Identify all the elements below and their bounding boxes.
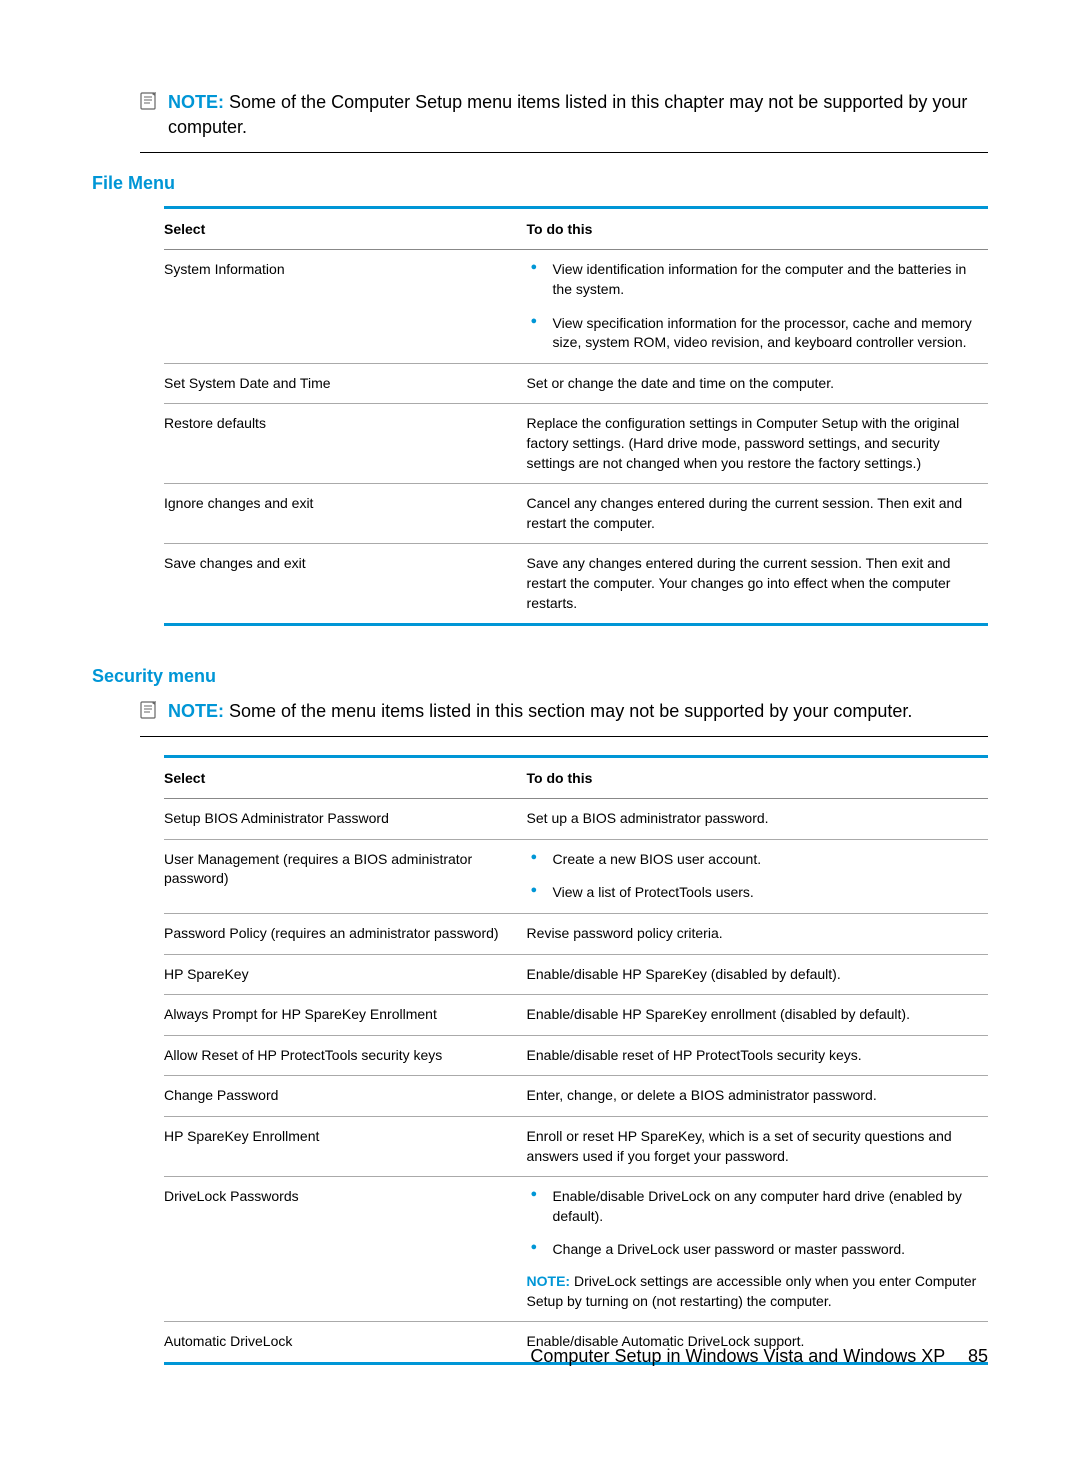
table-row: HP SpareKey Enable/disable HP SpareKey (… <box>164 954 988 995</box>
bullet-item: View specification information for the p… <box>527 314 984 353</box>
table-row: HP SpareKey Enrollment Enroll or reset H… <box>164 1117 988 1177</box>
security-note: NOTE: Some of the menu items listed in t… <box>140 699 988 737</box>
todo-cell: Replace the configuration settings in Co… <box>527 404 988 484</box>
bullet-item: Enable/disable DriveLock on any computer… <box>527 1187 984 1226</box>
bullet-item: View a list of ProtectTools users. <box>527 883 984 903</box>
file-menu-table: Select To do this System Information Vie… <box>164 209 988 623</box>
todo-cell: Set up a BIOS administrator password. <box>527 799 988 840</box>
file-menu-heading: File Menu <box>92 173 988 194</box>
note-label: NOTE: <box>168 701 224 721</box>
bullet-item: View identification information for the … <box>527 260 984 299</box>
table-row: DriveLock Passwords Enable/disable Drive… <box>164 1177 988 1322</box>
select-cell: Setup BIOS Administrator Password <box>164 799 527 840</box>
select-cell: Password Policy (requires an administrat… <box>164 914 527 955</box>
select-cell: Automatic DriveLock <box>164 1322 527 1362</box>
todo-cell: Enable/disable HP SpareKey (disabled by … <box>527 954 988 995</box>
todo-cell: Enable/disable DriveLock on any computer… <box>527 1177 988 1322</box>
select-cell: Always Prompt for HP SpareKey Enrollment <box>164 995 527 1036</box>
select-cell: Allow Reset of HP ProtectTools security … <box>164 1035 527 1076</box>
inline-note: NOTE: DriveLock settings are accessible … <box>527 1272 984 1311</box>
table-row: Ignore changes and exit Cancel any chang… <box>164 484 988 544</box>
table-row: Change Password Enter, change, or delete… <box>164 1076 988 1117</box>
todo-cell: Set or change the date and time on the c… <box>527 363 988 404</box>
table-row: Restore defaults Replace the configurati… <box>164 404 988 484</box>
note-icon <box>140 92 158 115</box>
note-body: Some of the menu items listed in this se… <box>229 701 912 721</box>
note-text: NOTE: Some of the menu items listed in t… <box>168 699 912 724</box>
bullet-item: Change a DriveLock user password or mast… <box>527 1240 984 1260</box>
note-label: NOTE: <box>168 92 224 112</box>
col-header-select: Select <box>164 758 527 799</box>
security-menu-table: Select To do this Setup BIOS Administrat… <box>164 758 988 1362</box>
file-menu-table-wrap: Select To do this System Information Vie… <box>164 206 988 626</box>
todo-cell: View identification information for the … <box>527 250 988 363</box>
table-row: Setup BIOS Administrator Password Set up… <box>164 799 988 840</box>
todo-cell: Enroll or reset HP SpareKey, which is a … <box>527 1117 988 1177</box>
table-row: Save changes and exit Save any changes e… <box>164 544 988 623</box>
top-note: NOTE: Some of the Computer Setup menu it… <box>140 90 988 153</box>
col-header-todo: To do this <box>527 209 988 250</box>
todo-cell: Cancel any changes entered during the cu… <box>527 484 988 544</box>
security-menu-heading: Security menu <box>92 666 988 687</box>
col-header-select: Select <box>164 209 527 250</box>
todo-cell: Enable/disable reset of HP ProtectTools … <box>527 1035 988 1076</box>
todo-cell: Create a new BIOS user account. View a l… <box>527 839 988 913</box>
select-cell: Set System Date and Time <box>164 363 527 404</box>
todo-cell: Save any changes entered during the curr… <box>527 544 988 623</box>
note-body: Some of the Computer Setup menu items li… <box>168 92 967 137</box>
security-menu-table-wrap: Select To do this Setup BIOS Administrat… <box>164 755 988 1365</box>
select-cell: Restore defaults <box>164 404 527 484</box>
select-cell: User Management (requires a BIOS adminis… <box>164 839 527 913</box>
select-cell: Change Password <box>164 1076 527 1117</box>
todo-cell: Revise password policy criteria. <box>527 914 988 955</box>
select-cell: DriveLock Passwords <box>164 1177 527 1322</box>
select-cell: HP SpareKey <box>164 954 527 995</box>
table-row: Password Policy (requires an administrat… <box>164 914 988 955</box>
col-header-todo: To do this <box>527 758 988 799</box>
note-text: NOTE: Some of the Computer Setup menu it… <box>168 90 988 140</box>
table-row: System Information View identification i… <box>164 250 988 363</box>
note-body: DriveLock settings are accessible only w… <box>527 1273 977 1309</box>
page-footer: Computer Setup in Windows Vista and Wind… <box>530 1346 988 1367</box>
note-icon <box>140 701 158 724</box>
table-row: User Management (requires a BIOS adminis… <box>164 839 988 913</box>
table-row: Always Prompt for HP SpareKey Enrollment… <box>164 995 988 1036</box>
select-cell: System Information <box>164 250 527 363</box>
select-cell: Ignore changes and exit <box>164 484 527 544</box>
bullet-item: Create a new BIOS user account. <box>527 850 984 870</box>
table-row: Allow Reset of HP ProtectTools security … <box>164 1035 988 1076</box>
select-cell: Save changes and exit <box>164 544 527 623</box>
select-cell: HP SpareKey Enrollment <box>164 1117 527 1177</box>
table-row: Set System Date and Time Set or change t… <box>164 363 988 404</box>
note-label: NOTE: <box>527 1273 571 1289</box>
todo-cell: Enter, change, or delete a BIOS administ… <box>527 1076 988 1117</box>
footer-title: Computer Setup in Windows Vista and Wind… <box>530 1346 945 1366</box>
todo-cell: Enable/disable HP SpareKey enrollment (d… <box>527 995 988 1036</box>
page-number: 85 <box>968 1346 988 1366</box>
